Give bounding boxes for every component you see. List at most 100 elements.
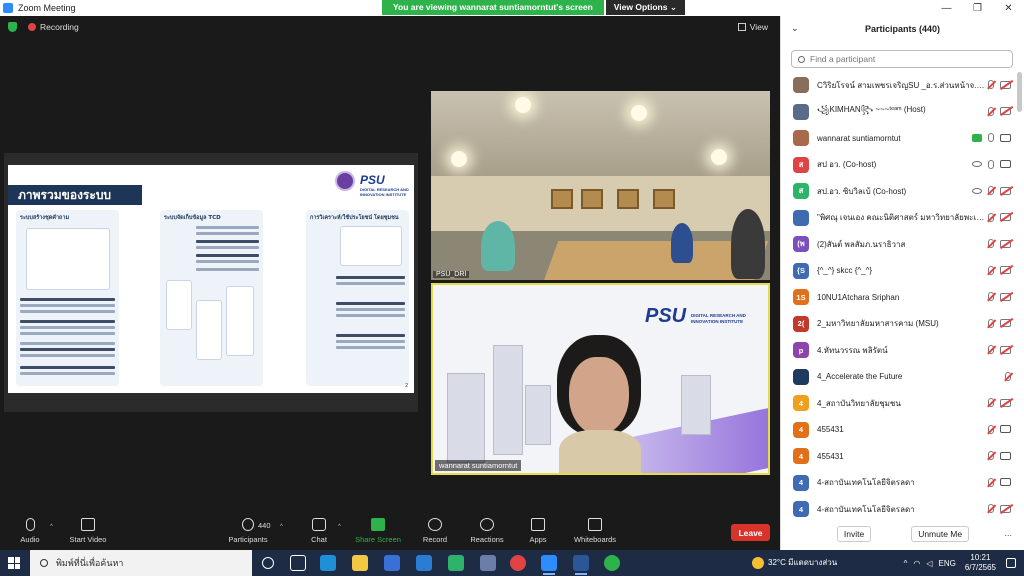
app-icon[interactable] (448, 555, 464, 571)
unmute-me-button[interactable]: Unmute Me (911, 526, 970, 542)
participant-name: สป.อว. ซิบวิลเบ้ (Co-host) (817, 186, 907, 196)
participants-caret-icon[interactable]: ^ (280, 524, 283, 530)
language-indicator[interactable]: ENG (939, 559, 956, 568)
slide-column-questions: ระบบสร้างชุดคำถาม (16, 210, 119, 386)
participant-row[interactable]: 4 4-สถาบันเทคโนโลยีจิตรลดา (781, 470, 1017, 497)
participant-status-icons (988, 504, 1011, 513)
participant-row[interactable]: ꧁KIMHAN꧂ ~~~ᵗᵉᵃᵐ (Host) (781, 99, 1017, 126)
participant-row[interactable]: 4 455431 (781, 443, 1017, 470)
view-icon (972, 161, 982, 167)
microphone-muted-icon (988, 318, 994, 328)
edge-icon[interactable] (320, 555, 336, 571)
participant-name: 4_Accelerate the Future (817, 372, 903, 382)
mail-icon[interactable] (416, 555, 432, 571)
video-off-icon (1000, 239, 1011, 248)
windows-taskbar: พิมพ์ที่นี่เพื่อค้นหา 32°C มีแดดบางส่วน … (0, 550, 1024, 576)
participant-row[interactable]: 4_Accelerate the Future (781, 364, 1017, 391)
participant-row[interactable]: Cวิริยโรจน์ สามเพชรเจริญSU _อ.ร.ส่วนหน้า… (781, 72, 1017, 99)
file-explorer-icon[interactable] (352, 555, 368, 571)
participant-status-icons (988, 318, 1011, 328)
avatar: (พ (793, 236, 809, 253)
participant-row[interactable]: (พ (2)สันต์ พลสัมภ.นราธิวาส (781, 231, 1017, 258)
presentation-slide: ภาพรวมของระบบ PSU DIGITAL RESEARCH AND IN… (8, 165, 414, 393)
microphone-muted-icon (988, 292, 994, 301)
video-tile-room[interactable]: PSU_DRI (431, 91, 770, 280)
chrome-icon[interactable] (510, 555, 526, 571)
collapse-chevron-icon[interactable]: ⌄ (791, 23, 799, 34)
participant-name: (2)สันต์ พลสัมภ.นราธิวาส (817, 239, 906, 249)
taskbar-search[interactable]: พิมพ์ที่นี่เพื่อค้นหา (30, 550, 252, 576)
zoom-meeting-screen: Zoom Meeting — ❐ ✕ You are viewing wanna… (0, 0, 1024, 576)
avatar: 2( (793, 315, 809, 332)
video-off-icon (1000, 107, 1011, 115)
line-icon[interactable] (604, 555, 620, 571)
view-options-button[interactable]: View Options ⌄ (605, 0, 685, 15)
apps-button[interactable]: Apps (508, 518, 568, 544)
tray-chevron-icon[interactable]: ^ (904, 559, 908, 568)
record-button[interactable]: Record (405, 518, 465, 544)
apps-icon (531, 518, 545, 531)
audio-caret-icon[interactable]: ^ (50, 524, 53, 530)
participant-status-icons (972, 159, 1011, 169)
shield-icon[interactable] (8, 22, 17, 32)
reactions-label: Reactions (470, 535, 504, 544)
psu-logo-subtitle: DIGITAL RESEARCH AND INNOVATION INSTITUT… (691, 313, 746, 324)
notification-icon[interactable] (1006, 558, 1016, 568)
shared-screen: ภาพรวมของระบบ PSU DIGITAL RESEARCH AND IN… (4, 153, 418, 412)
column-title: ระบบสร้างชุดคำถาม (20, 215, 70, 221)
word-icon[interactable] (573, 555, 589, 575)
view-button[interactable]: View (737, 22, 768, 32)
participant-row[interactable]: 4 4-สถาบันเทคโนโลยีจิตรลดา (781, 496, 1017, 523)
weather-widget[interactable]: 32°C มีแดดบางส่วน (752, 556, 837, 569)
share-screen-button[interactable]: Share Screen (348, 518, 408, 544)
participant-row[interactable]: ส สป อว. (Co-host) (781, 152, 1017, 179)
video-icon (1000, 160, 1011, 168)
invite-button[interactable]: Invite (836, 526, 872, 542)
chat-caret-icon[interactable]: ^ (338, 524, 341, 530)
avatar: p (793, 342, 809, 359)
participant-row[interactable]: 2(2_มหาวิทยาลัยมหาสารคาม (MSU) (781, 311, 1017, 338)
participant-row[interactable]: 4 4_สถาบันวิทยาลัยชุมชน (781, 390, 1017, 417)
leave-button[interactable]: Leave (731, 524, 770, 541)
participant-row[interactable]: {S {^_^} skcc {^_^} (781, 258, 1017, 285)
window-controls: — ❐ ✕ (931, 0, 1024, 16)
minimize-button[interactable]: — (931, 0, 962, 16)
participant-row[interactable]: 1S 10NU1Atchara Sriphan (781, 284, 1017, 311)
participant-list-scrollbar[interactable] (1017, 72, 1022, 112)
participant-search-input[interactable] (810, 54, 1000, 64)
cortana-icon[interactable] (262, 557, 274, 569)
participant-row[interactable]: ส สป.อว. ซิบวิลเบ้ (Co-host) (781, 178, 1017, 205)
start-video-button[interactable]: Start Video (58, 518, 118, 544)
participants-panel-title: Participants (440) (864, 24, 941, 34)
more-options-icon[interactable]: ... (1004, 528, 1012, 538)
participants-icon (242, 518, 254, 531)
taskbar-clock[interactable]: 10:21 6/7/2565 (965, 553, 996, 573)
participant-row[interactable]: p 4.หัทนวรรณ พลิรัตน์ (781, 337, 1017, 364)
windows-start-icon[interactable] (8, 557, 20, 569)
audio-button[interactable]: Audio (0, 518, 60, 544)
microphone-muted-icon (988, 424, 994, 434)
close-button[interactable]: ✕ (993, 0, 1024, 16)
viewing-message: You are viewing wannarat suntiamorntut's… (382, 0, 604, 15)
participant-row[interactable]: 4 455431 (781, 417, 1017, 444)
microphone-muted-icon (988, 398, 994, 407)
video-tile-speaker[interactable]: PSU DIGITAL RESEARCH AND INNOVATION INST… (431, 283, 770, 475)
chat-button[interactable]: Chat (289, 518, 349, 544)
record-label: Record (422, 535, 448, 544)
participant-search[interactable] (791, 50, 1013, 68)
zoom-taskbar-icon[interactable] (541, 555, 557, 575)
participant-row[interactable]: "พิศณุ เจนเอง คณะนิติศาสตร์ มหาวิทยาลัยพ… (781, 205, 1017, 232)
record-dot-icon (28, 23, 36, 31)
psu-logo: PSU (645, 305, 687, 327)
store-icon[interactable] (384, 555, 400, 571)
search-icon (40, 559, 48, 567)
whiteboards-button[interactable]: Whiteboards (565, 518, 625, 544)
wifi-icon[interactable]: ◠ (913, 559, 920, 568)
participant-status-icons (1005, 371, 1011, 381)
volume-icon[interactable]: ◁ (926, 559, 932, 568)
calculator-icon[interactable] (480, 555, 496, 571)
recording-indicator[interactable]: Recording (40, 22, 79, 32)
task-view-icon[interactable] (290, 555, 306, 571)
participant-row[interactable]: wannarat suntiamorntut (781, 125, 1017, 152)
maximize-button[interactable]: ❐ (962, 0, 993, 16)
